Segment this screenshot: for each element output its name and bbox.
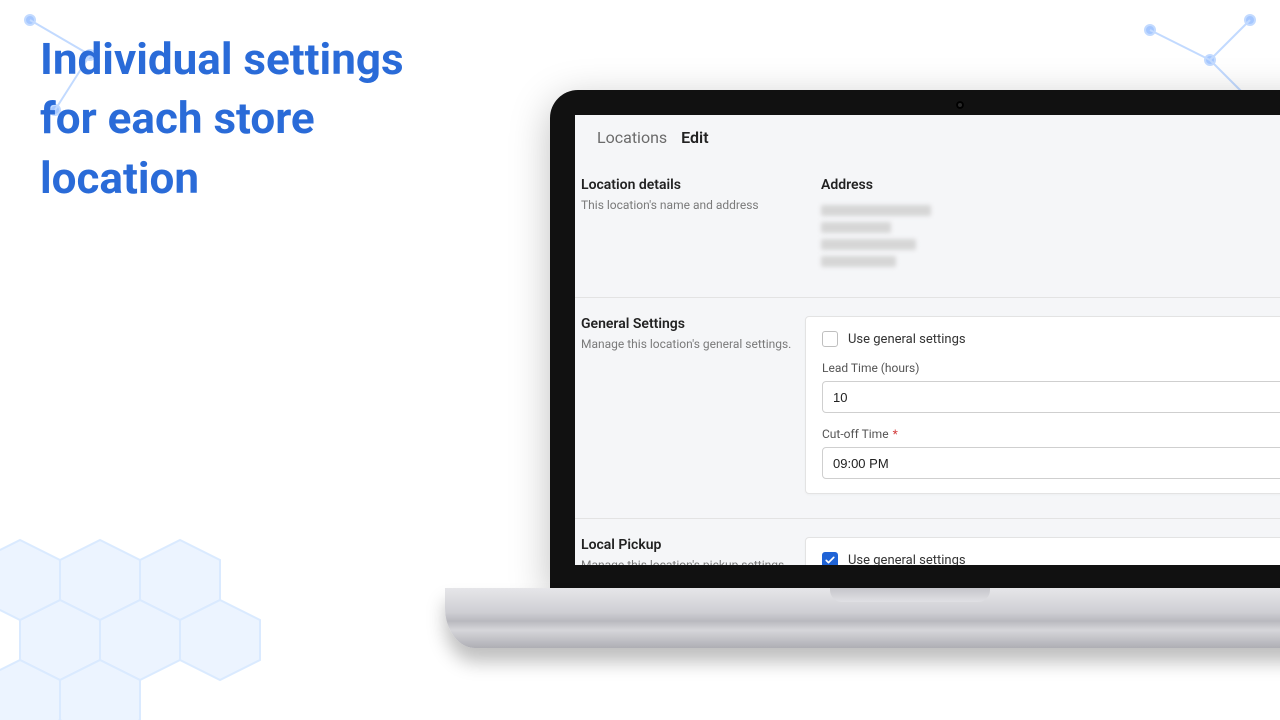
location-details-subtitle: This location's name and address [581,197,793,213]
address-line-blurred [821,256,896,267]
pickup-use-general-label: Use general settings [848,553,966,566]
checkbox-icon[interactable] [822,552,838,565]
address-line-blurred [821,239,916,250]
cutoff-time-input[interactable] [822,447,1280,479]
location-details-title: Location details [581,177,793,193]
breadcrumb: Locations Edit [575,115,1280,159]
laptop-base [445,588,1280,648]
address-heading: Address [821,177,1280,193]
general-settings-title: General Settings [581,316,793,332]
cutoff-time-label: Cut-off Time [822,427,889,441]
lead-time-label: Lead Time (hours) [822,361,1280,375]
section-location-details: Location details This location's name an… [575,159,1280,297]
required-asterisk-icon: * [893,427,898,441]
app-screen: Locations Edit Location details This loc… [575,115,1280,565]
section-general-settings: General Settings Manage this location's … [575,297,1280,518]
local-pickup-title: Local Pickup [581,537,793,553]
address-line-blurred [821,205,931,216]
use-general-settings-label: Use general settings [848,332,966,347]
local-pickup-subtitle: Manage this location's pickup settings. [581,557,793,565]
address-line-blurred [821,222,891,233]
laptop-mockup: Locations Edit Location details This loc… [445,90,1280,690]
breadcrumb-parent[interactable]: Locations [597,128,667,147]
laptop-trackpad-notch [830,588,990,602]
pickup-use-general-checkbox-row[interactable]: Use general settings [822,552,1280,565]
laptop-camera-icon [956,101,964,109]
checkbox-icon[interactable] [822,331,838,347]
section-local-pickup: Local Pickup Manage this location's pick… [575,518,1280,565]
breadcrumb-current: Edit [681,128,708,147]
use-general-settings-checkbox-row[interactable]: Use general settings [822,331,1280,347]
lead-time-input[interactable] [822,381,1280,413]
general-settings-subtitle: Manage this location's general settings. [581,336,793,352]
marketing-headline: Individual settings for each store locat… [40,30,470,208]
